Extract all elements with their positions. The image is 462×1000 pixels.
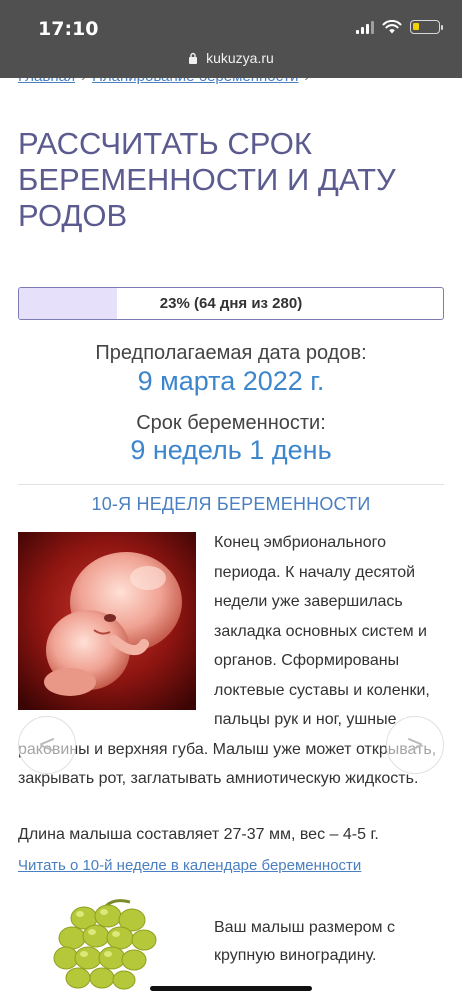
fruit-size-text: Ваш малыш размером с крупную виноградину… (214, 919, 395, 964)
url-text: kukuzya.ru (206, 50, 274, 66)
lock-icon (189, 52, 198, 64)
next-week-button[interactable]: > (386, 716, 444, 774)
home-indicator[interactable] (150, 986, 312, 991)
wifi-icon (382, 20, 402, 34)
divider (18, 484, 444, 485)
chevron-left-icon: < (38, 729, 56, 760)
term-label: Срок беременности: (136, 412, 326, 434)
browser-top-bar: 17:10 kukuzya.ru (0, 0, 462, 78)
previous-week-button[interactable]: < (18, 716, 76, 774)
grape-image (53, 899, 157, 990)
baby-size-text: Длина малыша составляет 27-37 мм, вес – … (18, 826, 379, 843)
progress-text: 23% (64 дня из 280) (159, 295, 303, 312)
week-calendar-link[interactable]: Читать о 10-й неделе в календаре беремен… (18, 857, 361, 874)
week-heading: 10-Я НЕДЕЛЯ БЕРЕМЕННОСТИ (91, 494, 371, 514)
address-bar[interactable]: kukuzya.ru (0, 50, 462, 66)
week-description: Конец эмбрионального периода. К началу д… (18, 528, 446, 794)
pregnancy-progress-bar: 23% (64 дня из 280) (18, 287, 444, 320)
chevron-right-icon: > (406, 729, 424, 760)
term-value: 9 недель 1 день (130, 435, 332, 465)
page-title: РАССЧИТАТЬ СРОК БЕРЕМЕННОСТИ И ДАТУ РОДО… (18, 126, 396, 233)
due-date-value: 9 марта 2022 г. (137, 366, 325, 396)
due-date-label: Предполагаемая дата родов: (95, 342, 367, 364)
status-time: 17:10 (38, 18, 99, 40)
cellular-signal-icon (356, 20, 374, 34)
status-icons (356, 20, 443, 34)
battery-icon (410, 20, 443, 34)
